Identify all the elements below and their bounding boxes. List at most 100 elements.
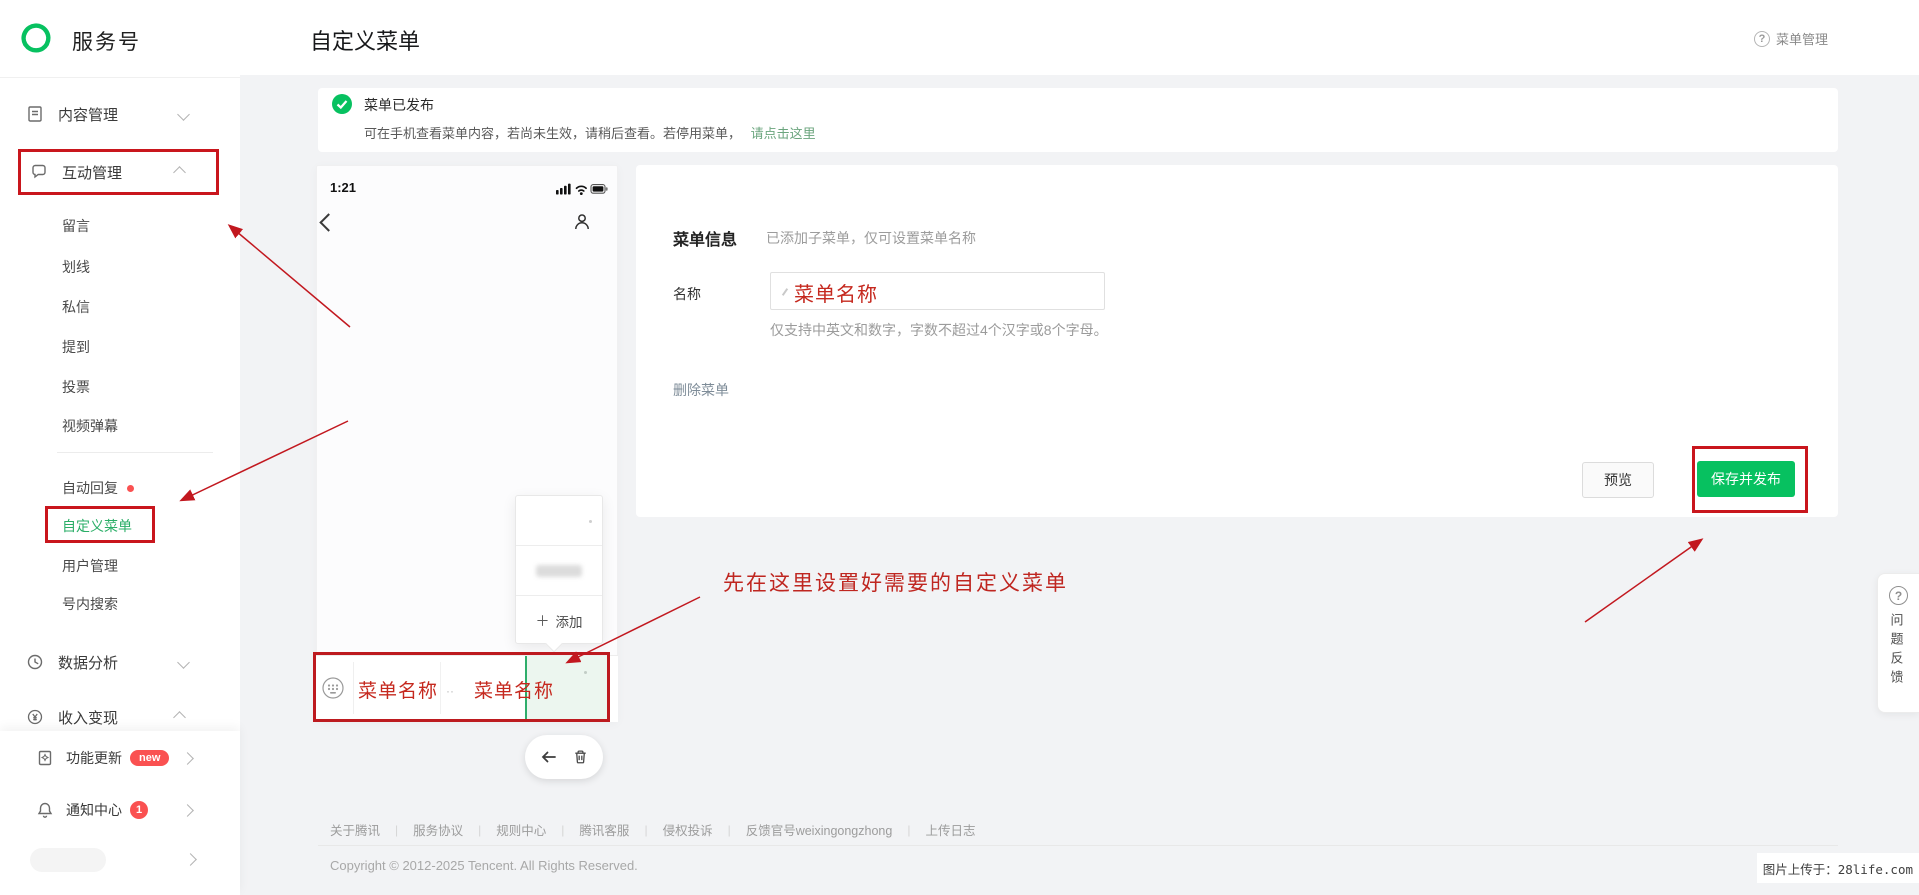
menu-cell-1[interactable]: 菜单名称	[358, 676, 438, 703]
sidebar-item-label: 通知中心	[66, 802, 122, 818]
sidebar-item-auto-reply[interactable]: 自动回复	[62, 478, 134, 498]
sidebar-item-account-search[interactable]: 号内搜索	[62, 594, 118, 614]
arrow-to-save-button	[1584, 538, 1704, 623]
back-arrow-button[interactable]	[539, 748, 558, 766]
signal-icon	[556, 183, 571, 195]
menu-edit-toolbar	[525, 735, 603, 779]
chat-bubble-icon	[30, 163, 48, 181]
sidebar-item-label: 数据分析	[58, 654, 119, 672]
copyright: Copyright © 2012-2025 Tencent. All Right…	[330, 858, 638, 873]
footer-separator: |	[727, 822, 731, 837]
sidebar-item-underline[interactable]: 划线	[62, 257, 90, 277]
book-star-icon	[36, 749, 54, 767]
add-label: 添加	[555, 614, 583, 630]
sidebar-item-label: 自动回复	[62, 480, 118, 496]
footer-separator: |	[907, 822, 911, 837]
footer-separator: |	[561, 822, 565, 837]
trash-button[interactable]	[572, 748, 589, 766]
account-name-redacted	[30, 848, 106, 872]
chevron-right-icon	[181, 751, 194, 765]
menu-manage-label: 菜单管理	[1776, 32, 1829, 47]
bell-icon	[36, 801, 54, 819]
cursor-artifact	[781, 288, 789, 296]
faint-dot	[584, 671, 587, 674]
battery-icon	[590, 184, 608, 194]
form-title: 菜单信息	[673, 232, 738, 249]
banner-body: 可在手机查看菜单内容，若尚未生效，请稍后查看。若停用菜单， 请点击这里	[364, 123, 816, 142]
footer-divider	[318, 845, 1838, 846]
faint-dot	[589, 520, 592, 523]
input-value: 菜单名称	[794, 282, 878, 306]
sidebar-item-label: 内容管理	[58, 106, 119, 124]
sidebar-item-user-mgmt[interactable]: 用户管理	[62, 556, 118, 576]
status-icons	[556, 182, 608, 196]
watermark: 图片上传于：28life.com	[1757, 853, 1919, 883]
chevron-down-icon	[177, 655, 190, 669]
footer-separator: |	[395, 822, 399, 837]
sidebar-item-votes[interactable]: 投票	[62, 377, 90, 397]
chevron-up-icon	[173, 165, 186, 179]
sidebar-item-mentions[interactable]: 提到	[62, 337, 90, 357]
save-publish-button[interactable]: 保存并发布	[1697, 461, 1795, 497]
sidebar-item-interact-mgmt[interactable]: 互动管理	[30, 158, 214, 186]
submenu-add-button[interactable]: ＋ 添加	[516, 596, 602, 645]
sidebar-divider	[0, 77, 240, 78]
footer-link[interactable]: 反馈官号weixingongzhong	[746, 820, 893, 839]
submenu-row-empty[interactable]	[516, 496, 602, 546]
menu-cell-divider	[353, 662, 354, 714]
preview-button[interactable]: 预览	[1582, 462, 1654, 498]
redacted-text	[536, 564, 582, 577]
top-header	[0, 0, 1919, 75]
footer-separator: |	[478, 822, 482, 837]
mp-platform-page: 自定义菜单 ? 菜单管理 服务号 内容管理 互动管理 留言 划线 私信 提到 投…	[0, 0, 1919, 895]
sidebar-item-label: 互动管理	[62, 164, 123, 182]
red-dot-badge	[127, 484, 134, 492]
publish-banner	[318, 88, 1838, 152]
footer-link[interactable]: 腾讯客服	[579, 820, 629, 839]
sidebar-item-data-analysis[interactable]: 数据分析	[26, 648, 214, 676]
submenu-popup: ＋ 添加	[515, 495, 603, 644]
footer-link[interactable]: 关于腾讯	[330, 820, 380, 839]
sidebar-item-notify-center[interactable]: 通知中心 1	[36, 797, 214, 823]
chevron-right-icon	[181, 803, 194, 817]
footer-link[interactable]: 侵权投诉	[663, 820, 713, 839]
footer-links: 关于腾讯 | 服务协议 | 规则中心 | 腾讯客服 | 侵权投诉 | 反馈官号w…	[330, 820, 975, 839]
notify-count-badge: 1	[130, 801, 148, 819]
sidebar-item-label: 收入变现	[58, 709, 119, 727]
sidebar-item-video-danmu[interactable]: 视频弹幕	[62, 416, 118, 436]
menu-cell-2[interactable]: 菜单名称	[474, 676, 554, 703]
faint-dots: ··	[446, 684, 454, 698]
menu-name-input[interactable]: 菜单名称	[770, 272, 1105, 310]
footer-link[interactable]: 服务协议	[413, 820, 463, 839]
new-badge: new	[130, 750, 170, 766]
sidebar-item-comments[interactable]: 留言	[62, 216, 90, 236]
plus-icon: ＋	[535, 612, 550, 629]
chevron-down-icon	[177, 107, 190, 121]
name-hint: 仅支持中英文和数字，字数不超过4个汉字或8个字母。	[770, 322, 1108, 338]
footer-link[interactable]: 上传日志	[925, 820, 975, 839]
sidebar-item-private-msg[interactable]: 私信	[62, 297, 90, 317]
question-circle-icon: ?	[1889, 586, 1908, 605]
keyboard-toggle-icon[interactable]	[320, 675, 346, 701]
wifi-icon	[575, 185, 587, 192]
question-circle-icon: ?	[1754, 30, 1770, 47]
menu-manage-help[interactable]: ? 菜单管理	[1754, 29, 1828, 48]
menu-cell-divider	[440, 662, 441, 714]
clock-chart-icon	[26, 653, 44, 671]
sidebar-item-revenue[interactable]: 收入变现	[26, 703, 214, 731]
submenu-row-redacted[interactable]	[516, 546, 602, 596]
annotation-tip-text: 先在这里设置好需要的自定义菜单	[723, 571, 1068, 595]
sidebar-item-custom-menu[interactable]: 自定义菜单	[62, 516, 132, 536]
phone-time: 1:21	[330, 180, 357, 195]
yen-circle-icon	[26, 708, 44, 726]
footer-link[interactable]: 规则中心	[496, 820, 546, 839]
brand-logo-icon	[20, 22, 52, 54]
banner-title: 菜单已发布	[364, 97, 434, 113]
feedback-tab[interactable]: ? 问题反馈	[1877, 573, 1919, 713]
sidebar-item-feature-update[interactable]: 功能更新 new	[36, 745, 214, 771]
delete-menu-link[interactable]: 删除菜单	[673, 380, 729, 400]
check-circle-icon	[332, 94, 352, 114]
stop-menu-link[interactable]: 请点击这里	[751, 126, 816, 141]
sidebar-item-content-mgmt[interactable]: 内容管理	[26, 100, 214, 128]
form-subtitle: 已添加子菜单，仅可设置菜单名称	[766, 230, 976, 246]
